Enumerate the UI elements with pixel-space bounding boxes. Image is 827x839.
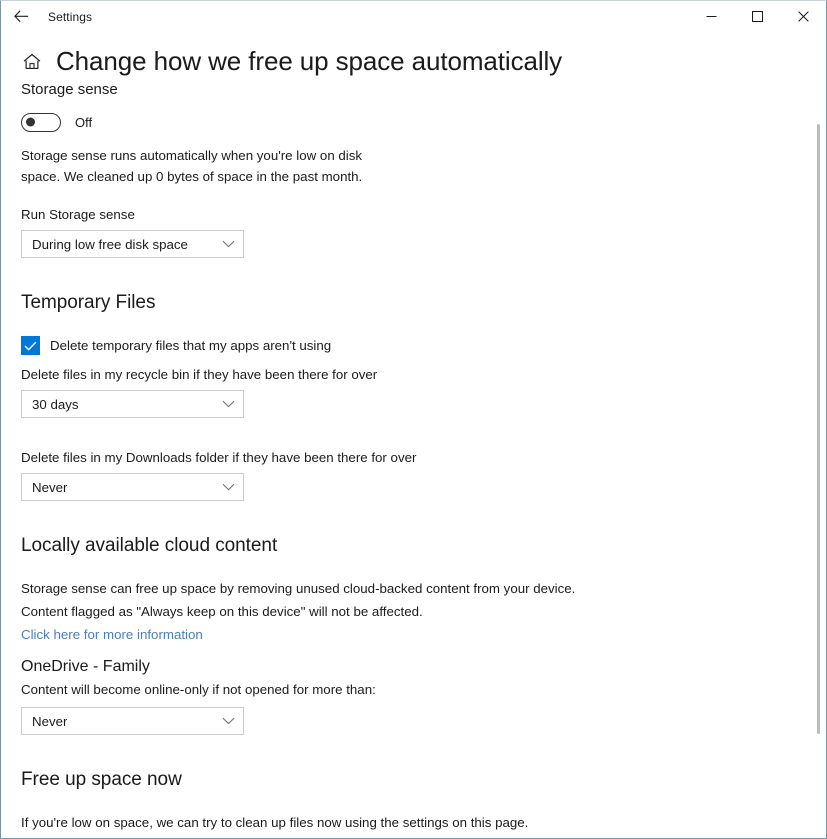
delete-temp-files-checkbox[interactable] <box>21 336 40 355</box>
chevron-down-icon <box>221 714 235 728</box>
delete-temp-files-checkbox-row: Delete temporary files that my apps aren… <box>21 336 786 355</box>
storage-sense-description: Storage sense runs automatically when yo… <box>21 148 363 184</box>
cloud-content-description-2: Content flagged as "Always keep on this … <box>21 604 423 619</box>
checkmark-icon <box>24 341 37 351</box>
onedrive-retention-dropdown[interactable]: Never <box>21 707 244 735</box>
settings-page: Change how we free up space automaticall… <box>1 44 826 838</box>
onedrive-account-heading: OneDrive - Family <box>21 658 150 675</box>
cloud-content-more-info-link[interactable]: Click here for more information <box>21 625 786 644</box>
run-storage-sense-label: Run Storage sense <box>21 207 135 222</box>
free-up-space-heading: Free up space now <box>21 769 182 790</box>
cloud-content-heading: Locally available cloud content <box>21 535 278 556</box>
app-title: Settings <box>48 9 93 24</box>
toggle-knob <box>26 117 35 127</box>
scrollbar-thumb[interactable] <box>817 124 820 734</box>
delete-temp-files-label: Delete temporary files that my apps aren… <box>50 338 332 353</box>
storage-sense-toggle-state: Off <box>75 114 93 130</box>
page-title: Change how we free up space automaticall… <box>56 45 563 76</box>
settings-content-area: Change how we free up space automaticall… <box>1 32 826 838</box>
chevron-down-icon <box>221 480 235 494</box>
recycle-bin-dropdown[interactable]: 30 days <box>21 390 244 418</box>
back-arrow-icon <box>13 10 28 23</box>
chevron-down-icon <box>221 397 235 411</box>
vertical-scrollbar[interactable] <box>811 32 825 838</box>
recycle-bin-value: 30 days <box>32 396 79 412</box>
storage-sense-toggle[interactable] <box>21 112 61 132</box>
downloads-folder-dropdown[interactable]: Never <box>21 473 244 501</box>
temporary-files-heading: Temporary Files <box>21 292 156 313</box>
minimize-icon <box>706 16 716 17</box>
caption-button-group <box>688 1 826 32</box>
minimize-button[interactable] <box>688 1 734 32</box>
storage-sense-toggle-row: Off <box>21 112 786 132</box>
recycle-bin-label: Delete files in my recycle bin if they h… <box>21 367 378 382</box>
downloads-folder-value: Never <box>32 479 68 495</box>
home-icon[interactable] <box>21 50 43 72</box>
onedrive-retention-value: Never <box>32 713 68 729</box>
free-up-space-description: If you're low on space, we can try to cl… <box>21 815 529 830</box>
run-storage-sense-dropdown[interactable]: During low free disk space <box>21 230 244 258</box>
downloads-folder-label: Delete files in my Downloads folder if t… <box>21 450 417 465</box>
title-bar: Settings <box>1 1 826 32</box>
close-icon <box>797 11 809 22</box>
run-storage-sense-value: During low free disk space <box>32 236 188 252</box>
maximize-icon <box>751 11 763 22</box>
settings-window: Settings Change how we free up space aut… <box>0 0 827 839</box>
maximize-button[interactable] <box>734 1 780 32</box>
back-button[interactable] <box>5 2 37 32</box>
onedrive-account-description: Content will become online-only if not o… <box>21 682 376 697</box>
chevron-down-icon <box>221 237 235 251</box>
storage-sense-subheading: Storage sense <box>21 81 118 98</box>
cloud-content-description-1: Storage sense can free up space by remov… <box>21 581 576 596</box>
page-header: Change how we free up space automaticall… <box>21 44 786 78</box>
close-button[interactable] <box>780 1 826 32</box>
